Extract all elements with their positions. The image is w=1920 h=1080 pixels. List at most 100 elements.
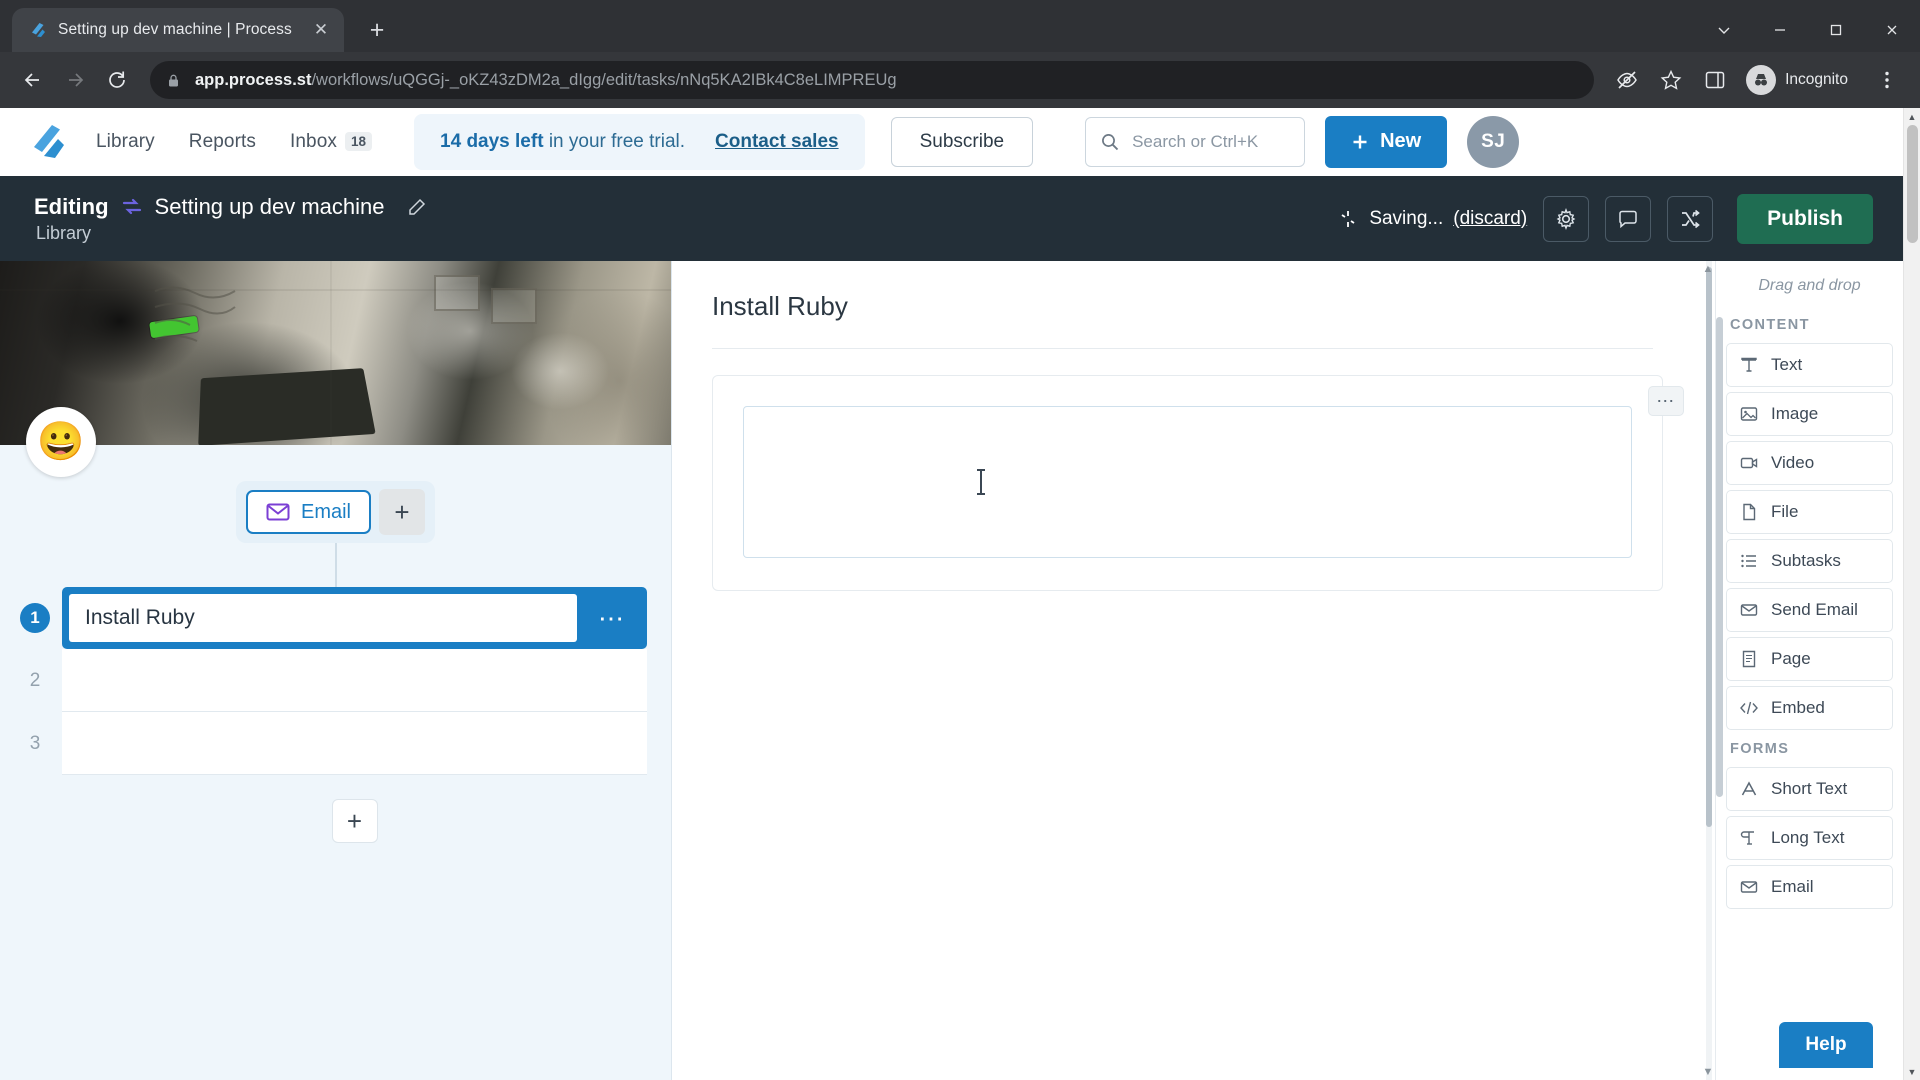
- palette-item-page[interactable]: Page: [1726, 637, 1893, 681]
- palette-item-label: Short Text: [1771, 779, 1848, 798]
- page-scrollbar-thumb[interactable]: [1907, 125, 1918, 243]
- caret-up-icon[interactable]: ▲: [1904, 108, 1920, 125]
- incognito-indicator[interactable]: Incognito: [1740, 61, 1862, 99]
- global-search-box[interactable]: Search or Ctrl+K: [1085, 116, 1306, 167]
- table-row[interactable]: 2: [30, 649, 647, 712]
- process-street-logo-icon: [28, 20, 48, 40]
- new-tab-button[interactable]: +: [358, 11, 396, 49]
- workflow-emoji-badge[interactable]: 😀: [26, 407, 96, 477]
- ellipsis-icon[interactable]: ⋯: [1648, 386, 1684, 416]
- process-street-brand-icon[interactable]: [26, 120, 70, 164]
- palette-item-label: Subtasks: [1771, 551, 1841, 570]
- task-name-input[interactable]: [62, 712, 647, 775]
- contact-sales-link[interactable]: Contact sales: [715, 131, 839, 153]
- palette-item-email[interactable]: Email: [1726, 865, 1893, 909]
- browser-tab[interactable]: Setting up dev machine | Process ✕: [12, 8, 344, 52]
- inbox-count-badge: 18: [345, 132, 373, 151]
- task-row[interactable]: 1 Install Ruby ⋯: [20, 587, 647, 649]
- task-detail-panel: Install Ruby ⋯ ▲ ▼: [672, 261, 1715, 1080]
- table-row[interactable]: 3: [30, 712, 647, 775]
- reload-icon[interactable]: [98, 61, 136, 99]
- side-panel-icon[interactable]: [1696, 61, 1734, 99]
- palette-item-video[interactable]: Video: [1726, 441, 1893, 485]
- palette-item-label: Send Email: [1771, 600, 1858, 619]
- avatar[interactable]: SJ: [1467, 115, 1520, 168]
- maximize-icon[interactable]: [1808, 8, 1864, 52]
- incognito-label: Incognito: [1785, 71, 1848, 88]
- task-number: 1: [20, 603, 50, 633]
- app-nav-links: Library Reports Inbox 18: [96, 131, 373, 153]
- page-title: Install Ruby: [712, 291, 848, 321]
- trial-rest: in your free trial.: [548, 130, 686, 152]
- trial-banner: 14 days left in your free trial. Contact…: [414, 113, 865, 170]
- palette-item-send-email[interactable]: Send Email: [1726, 588, 1893, 632]
- short-text-icon: [1739, 780, 1759, 798]
- palette-item-file[interactable]: File: [1726, 490, 1893, 534]
- palette-item-embed[interactable]: Embed: [1726, 686, 1893, 730]
- task-name-input[interactable]: [62, 649, 647, 712]
- close-icon[interactable]: ✕: [308, 17, 334, 43]
- window-close-icon[interactable]: [1864, 8, 1920, 52]
- file-icon: [1739, 503, 1759, 521]
- palette-item-image[interactable]: Image: [1726, 392, 1893, 436]
- palette-item-short-text[interactable]: Short Text: [1726, 767, 1893, 811]
- saving-status: Saving... (discard): [1337, 208, 1527, 230]
- text-widget-editor[interactable]: [743, 406, 1632, 558]
- incognito-avatar-icon: [1746, 65, 1777, 95]
- help-button[interactable]: Help: [1779, 1022, 1873, 1068]
- chevron-down-icon[interactable]: [1696, 8, 1752, 52]
- page-scrollbar[interactable]: ▲ ▼: [1903, 108, 1920, 1080]
- content-widget[interactable]: ⋯: [712, 375, 1684, 591]
- cover-marker: [149, 315, 199, 339]
- address-bar[interactable]: app.process.st/workflows/uQGGj-_oKZ43zDM…: [150, 61, 1595, 99]
- lock-icon: [166, 73, 181, 88]
- shuffle-icon[interactable]: [1667, 195, 1714, 242]
- url-host: app.process.st: [195, 70, 312, 89]
- automation-chip-email[interactable]: Email: [245, 490, 371, 534]
- discard-link[interactable]: (discard): [1453, 208, 1527, 230]
- search-icon: [1100, 132, 1120, 152]
- toolbar-icon-group: Incognito: [1608, 61, 1906, 99]
- workflow-title-row: Editing Setting up dev machine: [34, 194, 428, 220]
- ellipsis-icon[interactable]: ⋯: [584, 603, 640, 634]
- palette-item-subtasks[interactable]: Subtasks: [1726, 539, 1893, 583]
- pencil-edit-icon[interactable]: [406, 196, 428, 218]
- comment-bubble-icon[interactable]: [1605, 195, 1652, 242]
- arrow-left-icon[interactable]: [14, 61, 52, 99]
- eye-slash-icon[interactable]: [1608, 61, 1646, 99]
- page-viewport: Library Reports Inbox 18 14 days left in…: [0, 108, 1920, 1080]
- kebab-menu-icon[interactable]: [1868, 61, 1906, 99]
- palette-section-forms-label: FORMS: [1730, 741, 1790, 757]
- new-button[interactable]: New: [1325, 115, 1448, 168]
- task-list-panel: 😀 Email + 1 Install Ruby ⋯ 2 3 +: [0, 261, 672, 1080]
- palette-scrollbar-thumb[interactable]: [1716, 317, 1723, 797]
- task-list: 1 Install Ruby ⋯ 2 3 +: [20, 587, 647, 843]
- task-name-input[interactable]: Install Ruby: [69, 594, 577, 642]
- add-task-button[interactable]: +: [331, 799, 378, 843]
- palette-item-label: Text: [1771, 355, 1803, 374]
- nav-item-inbox[interactable]: Inbox 18: [290, 131, 373, 153]
- palette-item-label: Email: [1771, 877, 1814, 896]
- search-input-placeholder: Search or Ctrl+K: [1132, 131, 1259, 151]
- nav-item-reports[interactable]: Reports: [189, 131, 256, 153]
- cover-sticky-notes: [434, 275, 537, 324]
- caret-down-icon[interactable]: ▼: [1904, 1063, 1920, 1080]
- palette-item-text[interactable]: Text: [1726, 343, 1893, 387]
- add-automation-button[interactable]: +: [379, 489, 425, 535]
- palette-item-long-text[interactable]: Long Text: [1726, 816, 1893, 860]
- cover-scribble: [154, 286, 236, 342]
- gear-icon[interactable]: [1543, 195, 1590, 242]
- palette-item-label: Embed: [1771, 698, 1825, 717]
- caret-down-icon[interactable]: ▼: [1701, 1064, 1715, 1080]
- minimize-icon[interactable]: [1752, 8, 1808, 52]
- arrow-right-icon[interactable]: [56, 61, 94, 99]
- image-icon: [1739, 405, 1759, 423]
- workflow-header-actions: Saving... (discard) Publish: [1337, 193, 1873, 244]
- star-icon[interactable]: [1652, 61, 1690, 99]
- detail-scrollbar-thumb[interactable]: [1706, 267, 1712, 827]
- subscribe-button[interactable]: Subscribe: [890, 116, 1034, 167]
- nav-item-library[interactable]: Library: [96, 131, 155, 153]
- workflow-location: Library: [36, 222, 92, 243]
- publish-button[interactable]: Publish: [1737, 193, 1873, 244]
- caret-up-icon[interactable]: ▲: [1701, 261, 1715, 277]
